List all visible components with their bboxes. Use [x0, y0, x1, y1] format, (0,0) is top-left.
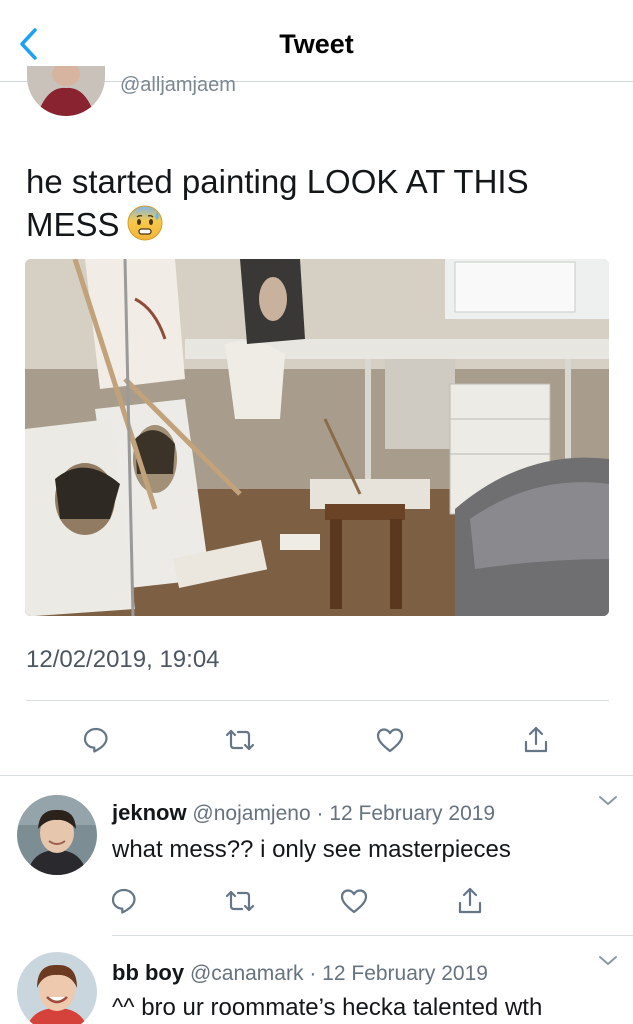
chevron-down-icon[interactable] — [597, 954, 619, 968]
reply-date: 12 February 2019 — [322, 962, 488, 985]
retweet-icon — [225, 890, 255, 912]
reply-item[interactable]: jeknow @nojamjeno · 12 February 2019 wha… — [0, 776, 633, 936]
like-button[interactable] — [370, 720, 410, 760]
divider — [26, 700, 609, 701]
tweet-text-content: he started painting LOOK AT THIS MESS — [26, 163, 529, 243]
separator-dot: · — [309, 962, 317, 985]
anxious-face-emoji-icon — [126, 204, 164, 252]
reply-text: what mess?? i only see masterpieces — [112, 836, 511, 863]
author-handle[interactable]: @alljamjaem — [120, 74, 236, 97]
reply-icon — [83, 727, 108, 753]
share-icon — [524, 726, 548, 753]
retweet-button[interactable] — [220, 881, 260, 921]
heart-icon — [376, 728, 404, 753]
separator-dot: · — [316, 802, 324, 825]
retweet-icon — [225, 729, 255, 751]
avatar[interactable] — [17, 795, 97, 875]
avatar[interactable] — [17, 952, 97, 1024]
page-title: Tweet — [279, 29, 354, 59]
reply-author-name[interactable]: jeknow — [112, 800, 187, 825]
author-avatar[interactable] — [27, 66, 105, 116]
reply-item[interactable]: bb boy @canamark · 12 February 2019 ^^ b… — [0, 936, 633, 1024]
share-button[interactable] — [450, 881, 490, 921]
reply-button[interactable] — [76, 720, 116, 760]
share-button[interactable] — [516, 720, 556, 760]
reply-text: ^^ bro ur roommate’s hecka talented wth — [112, 994, 543, 1021]
retweet-button[interactable] — [220, 720, 260, 760]
chevron-down-icon[interactable] — [597, 794, 619, 808]
reply-header: jeknow @nojamjeno · 12 February 2019 — [112, 800, 495, 826]
reply-date: 12 February 2019 — [329, 802, 496, 825]
tweet-photo[interactable] — [25, 259, 609, 616]
tweet-text: he started painting LOOK AT THIS MESS — [26, 160, 606, 252]
reply-icon — [111, 888, 136, 914]
like-button[interactable] — [334, 881, 374, 921]
reply-button[interactable] — [104, 881, 144, 921]
reply-author-name[interactable]: bb boy — [112, 960, 184, 985]
tweet-timestamp: 12/02/2019, 19:04 — [26, 646, 220, 673]
heart-icon — [340, 889, 368, 914]
reply-author-handle[interactable]: @canamark — [190, 962, 304, 985]
share-icon — [458, 887, 482, 914]
reply-author-handle[interactable]: @nojamjeno — [192, 802, 310, 825]
reply-header: bb boy @canamark · 12 February 2019 — [112, 960, 488, 986]
